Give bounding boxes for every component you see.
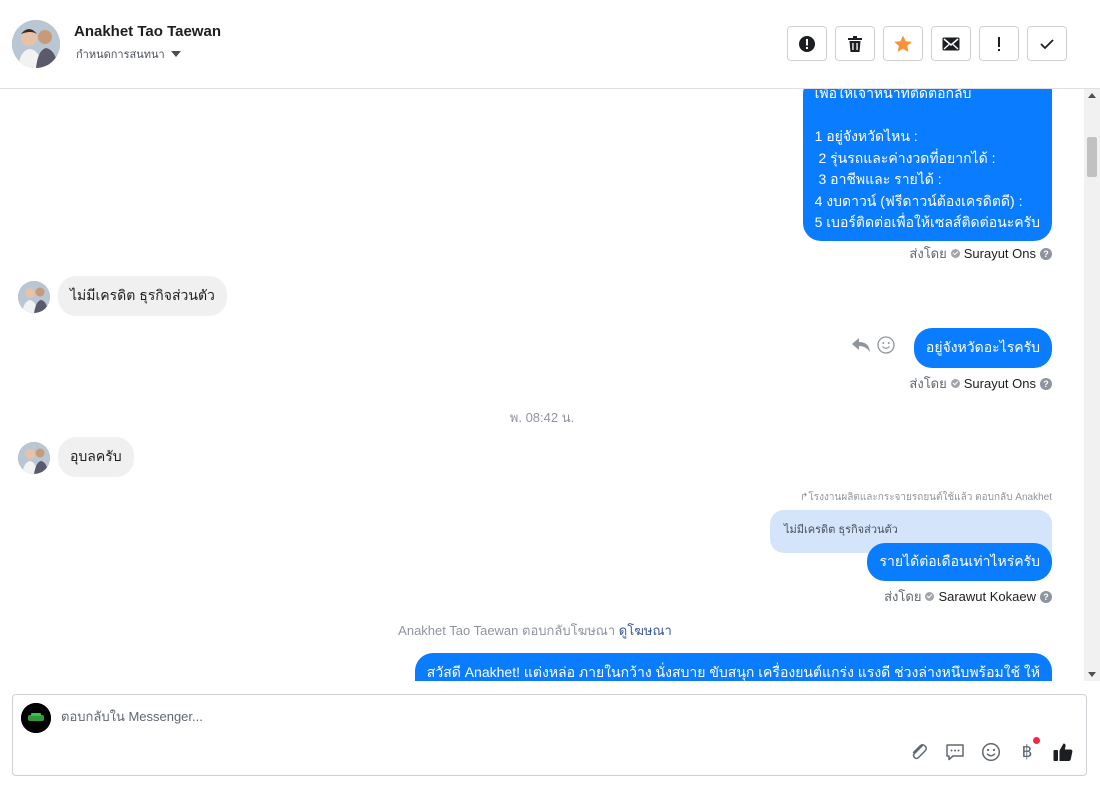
star-icon — [894, 35, 912, 52]
sent-by-text: ส่งโดย — [884, 589, 922, 604]
verified-icon — [950, 249, 960, 258]
message-timestamp: พ. 08:42 น. — [509, 410, 575, 425]
scroll-up-arrow-icon[interactable] — [1088, 93, 1096, 98]
sent-by-label: ส่งโดย Surayut Ons ? — [909, 243, 1052, 264]
incoming-message[interactable]: อุบลครับ — [58, 437, 134, 477]
star-button[interactable] — [883, 26, 923, 61]
contact-avatar-small — [18, 281, 50, 313]
thread-scrollbar[interactable] — [1084, 89, 1100, 681]
caret-down-icon — [170, 51, 181, 57]
sender-name: Surayut Ons — [963, 246, 1036, 261]
alert-circle-icon — [799, 35, 815, 52]
verified-icon — [950, 379, 960, 388]
baht-symbol: ฿ — [1021, 742, 1033, 762]
message-thread[interactable]: เพื่อให้เจ้าหน้าที่ติดต่อกลับ 1 อยู่จังห… — [0, 89, 1084, 681]
scroll-down-arrow-icon[interactable] — [1088, 672, 1096, 677]
mark-done-button[interactable] — [1027, 26, 1067, 61]
outgoing-message[interactable]: เพื่อให้เจ้าหน้าที่ติดต่อกลับ 1 อยู่จังห… — [802, 89, 1052, 241]
incoming-message[interactable]: ไม่มีเครดิต ธุรกิจส่วนตัว — [58, 276, 227, 316]
message-composer: ฿ — [12, 694, 1087, 776]
mark-unread-button[interactable] — [931, 26, 971, 61]
exclamation-icon — [998, 36, 1000, 51]
contact-avatar[interactable] — [12, 20, 60, 68]
checkmark-icon — [1040, 38, 1054, 49]
message-actions — [851, 336, 895, 354]
help-icon[interactable]: ? — [1040, 377, 1052, 390]
verified-icon — [925, 592, 935, 601]
emoji-icon[interactable] — [980, 741, 1002, 763]
thumbs-up-icon[interactable] — [1052, 741, 1074, 763]
ad-reply-text: Anakhet Tao Taewan ตอบกลับโฆษณา — [398, 623, 616, 638]
baht-payment-icon[interactable]: ฿ — [1016, 737, 1040, 763]
paperclip-icon[interactable] — [908, 741, 930, 763]
help-icon[interactable]: ? — [1040, 247, 1052, 260]
composer-actions: ฿ — [908, 737, 1074, 763]
reply-context-note: ↱โรงงานผลิตและกระจายรถยนต์ใช้แล้ว ตอบกลั… — [800, 492, 1052, 503]
sender-name: Surayut Ons — [963, 376, 1036, 391]
notification-dot — [1033, 737, 1040, 744]
follow-up-button[interactable] — [979, 26, 1019, 61]
spam-button[interactable] — [787, 26, 827, 61]
ad-reply-note: Anakhet Tao Taewan ตอบกลับโฆษณา ดูโฆษณา — [0, 620, 1070, 641]
contact-name[interactable]: Anakhet Tao Taewan — [74, 23, 221, 40]
contact-avatar-small — [18, 442, 50, 474]
react-emoji-icon[interactable] — [877, 336, 895, 354]
reply-input[interactable] — [61, 709, 961, 724]
sent-by-label: ส่งโดย Surayut Ons ? — [909, 373, 1052, 394]
sent-by-text: ส่งโดย — [909, 376, 947, 391]
scroll-thumb[interactable] — [1087, 137, 1097, 177]
saved-reply-icon[interactable] — [944, 741, 966, 763]
page-avatar — [21, 703, 51, 733]
conversation-toolbar — [787, 26, 1067, 61]
sender-name: Sarawut Kokaew — [938, 589, 1036, 604]
messenger-inbox: Anakhet Tao Taewan กำหนดการสนทนา เพื่อให… — [0, 0, 1100, 786]
assign-conversation-dropdown[interactable]: กำหนดการสนทนา — [76, 45, 181, 63]
conversation-header: Anakhet Tao Taewan กำหนดการสนทนา — [0, 0, 1100, 89]
trash-icon — [848, 35, 862, 52]
sent-by-text: ส่งโดย — [909, 246, 947, 261]
envelope-icon — [942, 37, 960, 50]
assign-label: กำหนดการสนทนา — [76, 49, 165, 61]
help-icon[interactable]: ? — [1040, 590, 1052, 603]
outgoing-message[interactable]: สวัสดี Anakhet! แต่งหล่อ ภายในกว้าง นั่ง… — [414, 653, 1052, 681]
reply-icon[interactable] — [851, 336, 871, 354]
view-ad-link[interactable]: ดูโฆษณา — [619, 623, 672, 638]
outgoing-message[interactable]: รายได้ต่อเดือนเท่าไหร่ครับ — [867, 543, 1052, 581]
delete-button[interactable] — [835, 26, 875, 61]
sent-by-label: ส่งโดย Sarawut Kokaew ? — [884, 586, 1052, 607]
outgoing-message[interactable]: อยู่จังหวัดอะไรครับ — [913, 328, 1052, 368]
